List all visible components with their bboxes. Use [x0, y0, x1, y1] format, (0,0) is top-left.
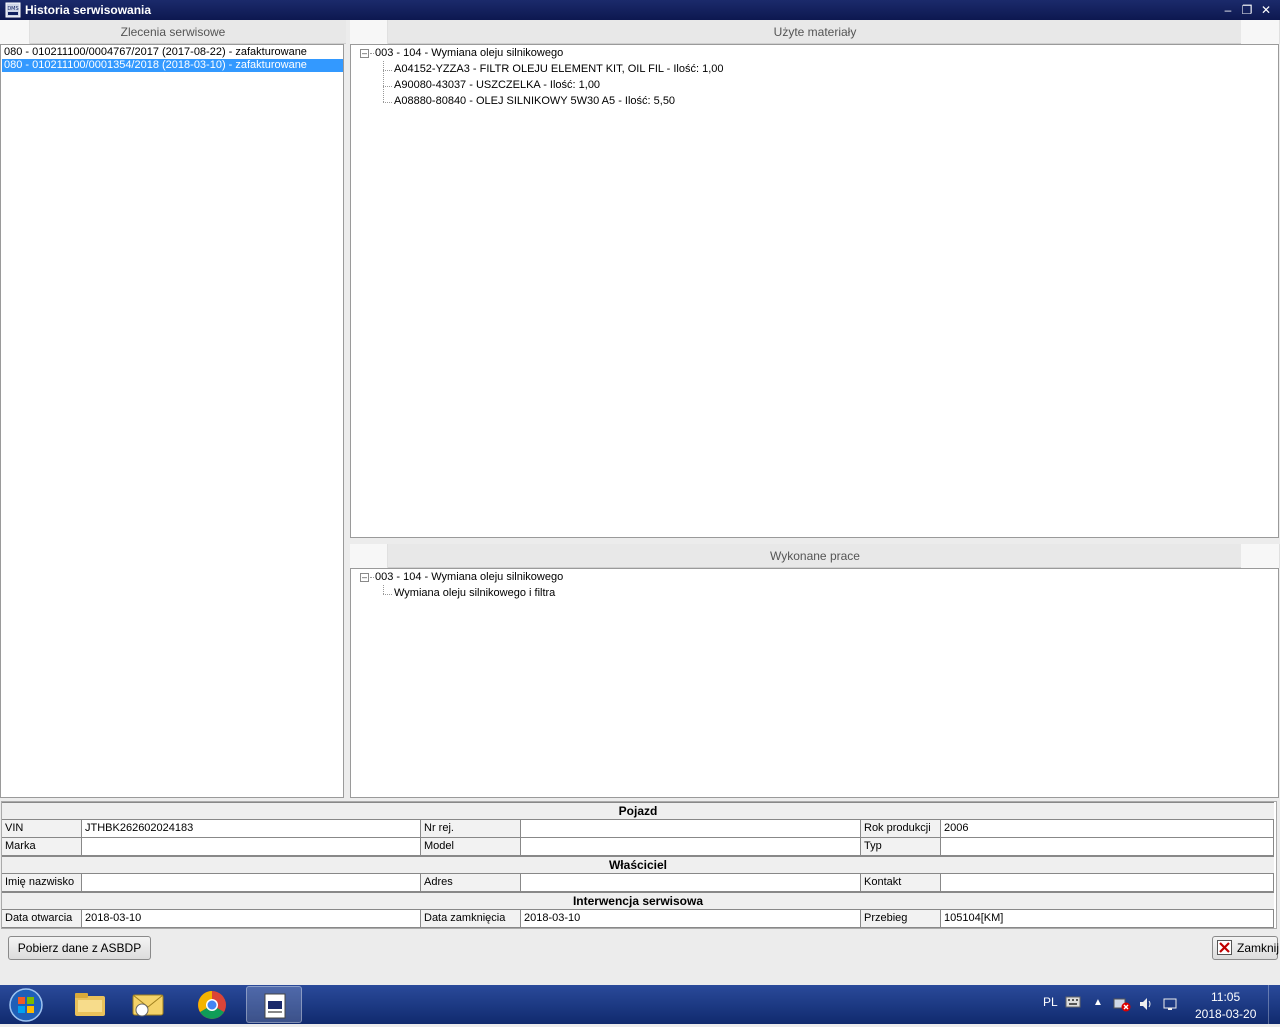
- reg-value: [521, 820, 861, 838]
- year-value: 2006: [941, 820, 1274, 838]
- window-title: Historia serwisowania: [25, 3, 152, 17]
- work-node[interactable]: Wymiana oleju silnikowego i filtra: [394, 585, 555, 601]
- network-warning-icon[interactable]: [1113, 996, 1131, 1012]
- title-bar: DMS Historia serwisowania – ❐ ✕: [0, 0, 1280, 20]
- orders-header-label: Zlecenia serwisowe: [120, 25, 226, 39]
- explorer-taskbar-icon[interactable]: [62, 986, 118, 1023]
- address-label: Adres: [421, 874, 521, 892]
- start-button[interactable]: [6, 987, 46, 1023]
- works-header: Wykonane prace: [350, 544, 1280, 568]
- works-root-node[interactable]: 003 - 104 - Wymiana oleju silnikowego: [375, 569, 563, 585]
- section-owner: Właściciel: [2, 856, 1274, 874]
- collapse-toggle-icon[interactable]: –: [360, 49, 369, 58]
- contact-value: [941, 874, 1274, 892]
- order-item-selected[interactable]: 080 - 010211100/0001354/2018 (2018-03-10…: [2, 59, 343, 72]
- contact-label: Kontakt: [861, 874, 941, 892]
- minimize-button[interactable]: –: [1220, 2, 1236, 18]
- action-center-icon[interactable]: [1162, 996, 1178, 1012]
- vin-value: JTHBK262602024183: [82, 820, 421, 838]
- mileage-value: 105104[KM]: [941, 910, 1274, 928]
- year-label: Rok produkcji: [861, 820, 941, 838]
- section-vehicle: Pojazd: [2, 802, 1274, 820]
- address-value: [521, 874, 861, 892]
- keyboard-icon[interactable]: [1065, 995, 1081, 1009]
- show-hidden-icons-icon[interactable]: ▲: [1093, 997, 1103, 1008]
- type-value: [941, 838, 1274, 856]
- works-header-label: Wykonane prace: [770, 549, 860, 563]
- close-x-icon: [1217, 940, 1232, 955]
- material-node[interactable]: A04152-YZZA3 - FILTR OLEJU ELEMENT KIT, …: [394, 61, 724, 77]
- svg-text:DMS: DMS: [7, 6, 18, 12]
- works-tree[interactable]: – 003 - 104 - Wymiana oleju silnikowego …: [350, 568, 1279, 798]
- name-value: [82, 874, 421, 892]
- name-label: Imię nazwisko: [2, 874, 82, 892]
- outlook-taskbar-icon[interactable]: [120, 986, 176, 1023]
- close-date-label: Data zamknięcia: [421, 910, 521, 928]
- make-value: [82, 838, 421, 856]
- orders-header: Zlecenia serwisowe: [0, 20, 346, 44]
- taskbar: PL ▲ 11:05 2018-03-20: [0, 985, 1280, 1024]
- materials-tree[interactable]: – 003 - 104 - Wymiana oleju silnikowego …: [350, 44, 1279, 538]
- app-icon: DMS: [5, 2, 21, 18]
- collapse-toggle-icon[interactable]: –: [360, 573, 369, 582]
- chrome-taskbar-icon[interactable]: [184, 986, 240, 1023]
- model-label: Model: [421, 838, 521, 856]
- materials-header: Użyte materiały: [350, 20, 1280, 44]
- language-indicator[interactable]: PL: [1043, 995, 1058, 1009]
- material-node[interactable]: A90080-43037 - USZCZELKA - Ilość: 1,00: [394, 77, 600, 93]
- dms-taskbar-icon[interactable]: [246, 986, 302, 1023]
- materials-header-label: Użyte materiały: [773, 25, 857, 39]
- fetch-asbdp-button[interactable]: Pobierz dane z ASBDP: [8, 936, 151, 960]
- make-label: Marka: [2, 838, 82, 856]
- mileage-label: Przebieg: [861, 910, 941, 928]
- open-date-value: 2018-03-10: [82, 910, 421, 928]
- reg-label: Nr rej.: [421, 820, 521, 838]
- close-date-value: 2018-03-10: [521, 910, 861, 928]
- clock-time[interactable]: 11:05: [1211, 990, 1240, 1004]
- clock-date[interactable]: 2018-03-20: [1195, 1007, 1256, 1021]
- section-intervention: Interwencja serwisowa: [2, 892, 1274, 910]
- details-panel: Pojazd VIN JTHBK262602024183 Nr rej. Rok…: [1, 801, 1277, 929]
- open-date-label: Data otwarcia: [2, 910, 82, 928]
- type-label: Typ: [861, 838, 941, 856]
- show-desktop-button[interactable]: [1268, 985, 1280, 1024]
- materials-root-node[interactable]: 003 - 104 - Wymiana oleju silnikowego: [375, 45, 563, 61]
- restore-button[interactable]: ❐: [1239, 2, 1255, 18]
- orders-list[interactable]: 080 - 010211100/0004767/2017 (2017-08-22…: [0, 44, 344, 798]
- vin-label: VIN: [2, 820, 82, 838]
- material-node[interactable]: A08880-80840 - OLEJ SILNIKOWY 5W30 A5 - …: [394, 93, 675, 109]
- order-item[interactable]: 080 - 010211100/0004767/2017 (2017-08-22…: [2, 46, 343, 59]
- close-window-button[interactable]: ✕: [1258, 2, 1274, 18]
- model-value: [521, 838, 861, 856]
- volume-icon[interactable]: [1138, 996, 1154, 1012]
- close-button[interactable]: Zamknij: [1212, 936, 1280, 960]
- close-button-label: Zamknij: [1237, 941, 1280, 955]
